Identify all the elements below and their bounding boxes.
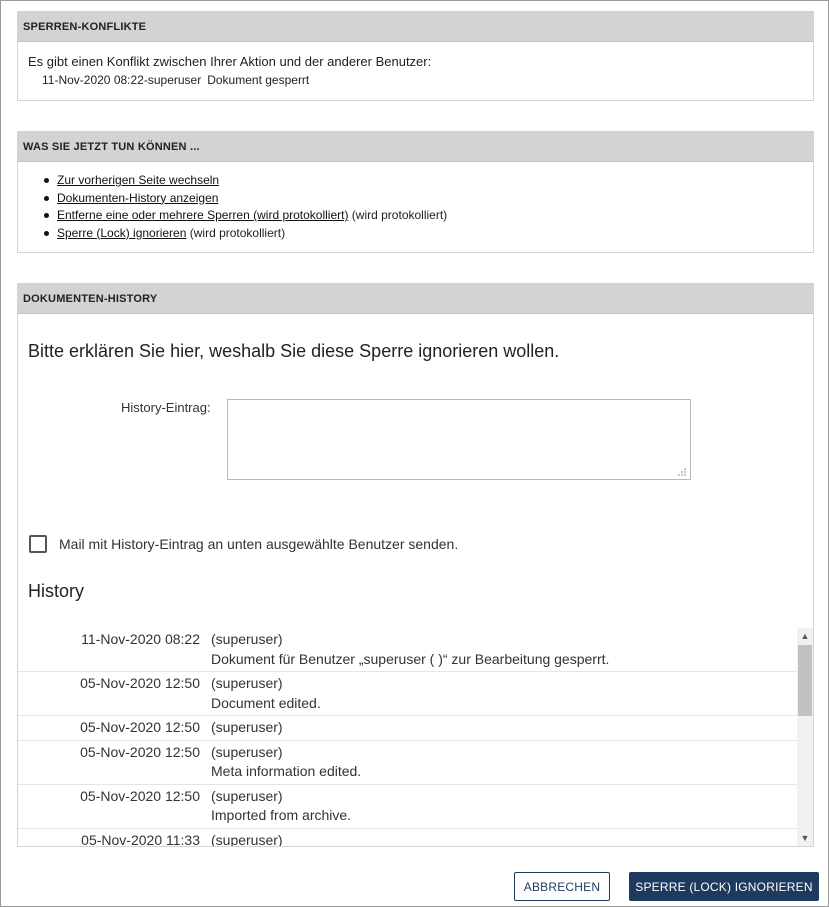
ignore-lock-link[interactable]: Sperre (Lock) ignorieren <box>57 226 186 240</box>
scroll-down-arrow-icon[interactable]: ▼ <box>797 830 813 846</box>
history-scrollbar[interactable]: ▲ ▼ <box>797 628 813 846</box>
conflict-entry: 11-Nov-2020 08:22-superuser Dokument gesp… <box>42 73 309 87</box>
action-note: (wird protokolliert) <box>186 225 286 240</box>
lock-conflicts-header: SPERREN-KONFLIKTE <box>18 12 813 42</box>
history-text: Meta information edited. <box>211 763 362 779</box>
history-date: 05-Nov-2020 12:50 <box>80 787 200 804</box>
scroll-thumb[interactable] <box>798 645 812 716</box>
action-note: (wird protokolliert) <box>348 208 448 222</box>
table-row: 05-Nov-2020 12:50 (superuser) <box>18 716 797 741</box>
history-user: (superuser) <box>211 719 283 735</box>
history-text: Imported from archive. <box>211 807 352 823</box>
show-history-link[interactable]: Dokumenten-History anzeigen <box>57 191 218 205</box>
table-row: 05-Nov-2020 12:50 (superuser) Document ed… <box>18 672 797 716</box>
mail-checkbox-label[interactable]: Mail mit History-Eintrag an unten ausgew… <box>59 536 458 552</box>
history-entry-label: History-Eintrag: <box>121 400 211 415</box>
history-date: 05-Nov-2020 12:50 <box>80 719 200 735</box>
history-user: (superuser) <box>211 675 283 691</box>
history-date: 05-Nov-2020 11:33 <box>81 831 200 847</box>
history-user: (superuser) <box>211 787 283 804</box>
list-item: Dokumenten-History anzeigen <box>44 190 447 208</box>
conflict-message: Es gibt einen Konflikt zwischen Ihrer Ak… <box>28 54 432 69</box>
history-user: (superuser) <box>211 631 283 647</box>
list-item: Zur vorherigen Seite wechseln <box>44 172 447 190</box>
history-user: (superuser) <box>211 831 283 847</box>
history-title: History <box>28 581 85 601</box>
history-list[interactable]: 11-Nov-2020 08:22 (superuser) Dokument fü… <box>18 628 797 846</box>
actions-section: WAS SIE JETZT TUN KÖNNEN ... Zur vorheri… <box>17 131 814 253</box>
back-to-previous-link[interactable]: Zur vorherigen Seite wechseln <box>57 173 219 187</box>
cancel-button[interactable]: ABBRECHEN <box>514 872 610 901</box>
history-date: 05-Nov-2020 12:50 <box>80 675 200 691</box>
dialog-frame: SPERREN-KONFLIKTE Es gibt einen Konflikt… <box>0 0 829 907</box>
history-entry-textarea[interactable] <box>227 399 691 480</box>
explain-heading: Bitte erklären Sie hier, weshalb Sie die… <box>28 341 560 361</box>
mail-checkbox[interactable] <box>29 535 47 553</box>
actions-list: Zur vorherigen Seite wechseln Dokumenten… <box>44 172 447 242</box>
history-text: Dokument für Benutzer „superuser ( )“ zu… <box>211 650 610 667</box>
history-date: 11-Nov-2020 08:22 <box>81 631 200 647</box>
conflict-entry-status: Dokument gesperrt <box>207 73 310 87</box>
list-item: Sperre (Lock) ignorieren (wird protokoll… <box>44 225 447 243</box>
document-history-section: DOKUMENTEN-HISTORY Bitte erklären Sie hi… <box>17 283 814 847</box>
mail-option-row: Mail mit History-Eintrag an unten ausgew… <box>29 535 458 553</box>
history-user: (superuser) <box>211 743 283 760</box>
document-history-header: DOKUMENTEN-HISTORY <box>18 284 813 314</box>
table-row: 05-Nov-2020 11:33 (superuser) <box>18 829 797 847</box>
ignore-lock-button[interactable]: SPERRE (LOCK) IGNORIEREN <box>629 872 819 901</box>
table-row: 05-Nov-2020 12:50 (superuser) Meta inform… <box>18 741 797 785</box>
history-date: 05-Nov-2020 12:50 <box>80 743 200 760</box>
actions-header: WAS SIE JETZT TUN KÖNNEN ... <box>18 132 813 162</box>
history-text: Document edited. <box>211 694 321 711</box>
table-row: 11-Nov-2020 08:22 (superuser) Dokument fü… <box>18 628 797 672</box>
table-row: 05-Nov-2020 12:50 (superuser) Imported fr… <box>18 785 797 829</box>
conflict-entry-time-user: 11-Nov-2020 08:22-superuser <box>42 73 202 87</box>
scroll-up-arrow-icon[interactable]: ▲ <box>797 628 813 644</box>
list-item: Entferne eine oder mehrere Sperren (wird… <box>44 207 447 225</box>
remove-locks-link[interactable]: Entferne eine oder mehrere Sperren (wird… <box>57 208 348 222</box>
